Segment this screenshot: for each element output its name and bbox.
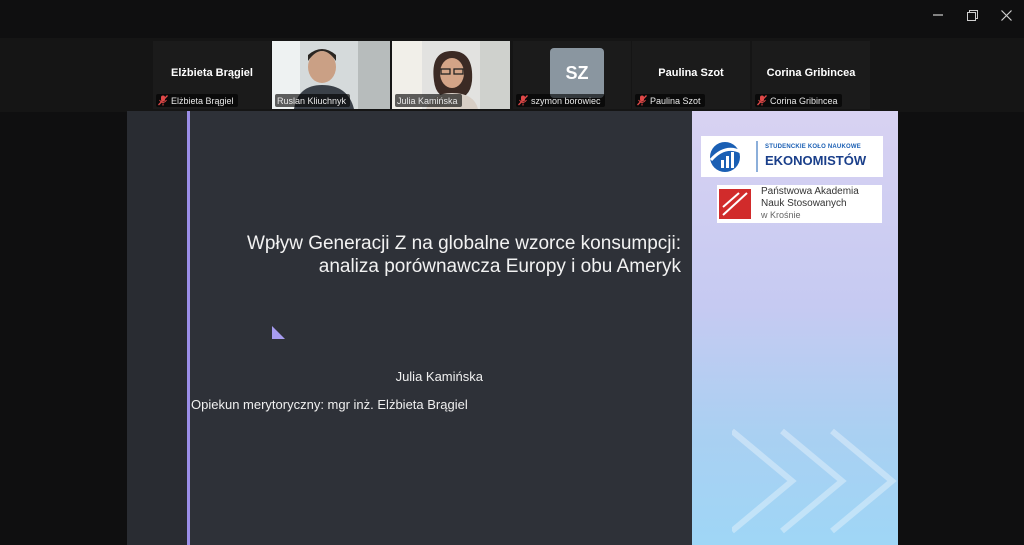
participant-footer: szymon borowiec — [516, 94, 605, 107]
participant-label: Julia Kamińska — [397, 95, 458, 106]
slide-title-line1: Wpływ Generacji Z na globalne wzorce kon… — [246, 233, 681, 254]
participant-tile[interactable]: Paulina Szot Paulina Szot — [632, 41, 750, 109]
muted-mic-icon — [158, 95, 168, 106]
slide-supervisor: Opiekun merytoryczny: mgr inż. Elżbieta … — [191, 397, 468, 412]
participant-display-name: Elżbieta Brągiel — [171, 67, 253, 79]
skn-logo-line2: EKONOMISTÓW — [765, 153, 867, 168]
pans-krosno-logo: Państwowa Akademia Nauk Stosowanych w Kr… — [717, 185, 882, 223]
skn-logo-line1: STUDENCKIE KOŁO NAUKOWE — [765, 144, 861, 150]
pans-logo-line1: Państwowa Akademia — [761, 186, 859, 197]
slide-right-panel: STUDENCKIE KOŁO NAUKOWE EKONOMISTÓW Pańs… — [692, 111, 898, 545]
participant-footer: Julia Kamińska — [395, 94, 462, 107]
chevron-pattern — [732, 428, 897, 534]
muted-mic-icon — [518, 95, 528, 106]
triangle-accent-icon — [272, 326, 285, 339]
pans-logo-line3: w Krośnie — [761, 210, 801, 220]
slide-left-band — [127, 111, 187, 545]
minimize-icon — [933, 14, 943, 16]
participant-label: Elżbieta Brągiel — [171, 95, 234, 106]
participant-footer: Corina Gribincea — [755, 94, 842, 107]
participant-footer: Elżbieta Brągiel — [156, 94, 238, 107]
participant-label: Ruslan Kliuchnyk — [277, 95, 347, 106]
slide-author: Julia Kamińska — [395, 369, 483, 384]
close-button[interactable] — [989, 0, 1023, 30]
participant-label: Corina Gribincea — [770, 95, 838, 106]
title-bar — [0, 0, 1024, 32]
pans-logo-line2: Nauk Stosowanych — [761, 198, 847, 209]
participant-tile-active[interactable]: Julia Kamińska — [392, 41, 510, 109]
muted-mic-icon — [637, 95, 647, 106]
pans-logo-mark — [719, 189, 751, 219]
restore-icon — [966, 9, 978, 21]
participant-tile[interactable]: Elżbieta Brągiel Elżbieta Brągiel — [153, 41, 271, 109]
participant-display-name: Paulina Szot — [658, 67, 724, 79]
slide-accent-line — [187, 111, 190, 545]
participant-tile[interactable]: Ruslan Kliuchnyk — [272, 41, 390, 109]
close-icon — [1000, 9, 1012, 21]
participant-tile[interactable]: SZ szymon borowiec — [513, 41, 631, 109]
participant-label: szymon borowiec — [531, 95, 601, 106]
slide-title-line2: analiza porównawcza Europy i obu Ameryk — [318, 256, 681, 277]
participant-footer: Ruslan Kliuchnyk — [275, 94, 351, 107]
restore-button[interactable] — [955, 0, 989, 30]
muted-mic-icon — [757, 95, 767, 106]
avatar: SZ — [550, 48, 604, 98]
participant-label: Paulina Szot — [650, 95, 701, 106]
slide-title: Wpływ Generacji Z na globalne wzorce kon… — [197, 232, 681, 278]
minimize-button[interactable] — [921, 0, 955, 30]
shared-screen[interactable]: STUDENCKIE KOŁO NAUKOWE EKONOMISTÓW Pańs… — [127, 111, 898, 545]
participant-footer: Paulina Szot — [635, 94, 705, 107]
skn-ekonomistow-logo: STUDENCKIE KOŁO NAUKOWE EKONOMISTÓW — [701, 136, 883, 177]
participant-display-name: Corina Gribincea — [766, 67, 856, 79]
participant-tile[interactable]: Corina Gribincea Corina Gribincea — [752, 41, 870, 109]
